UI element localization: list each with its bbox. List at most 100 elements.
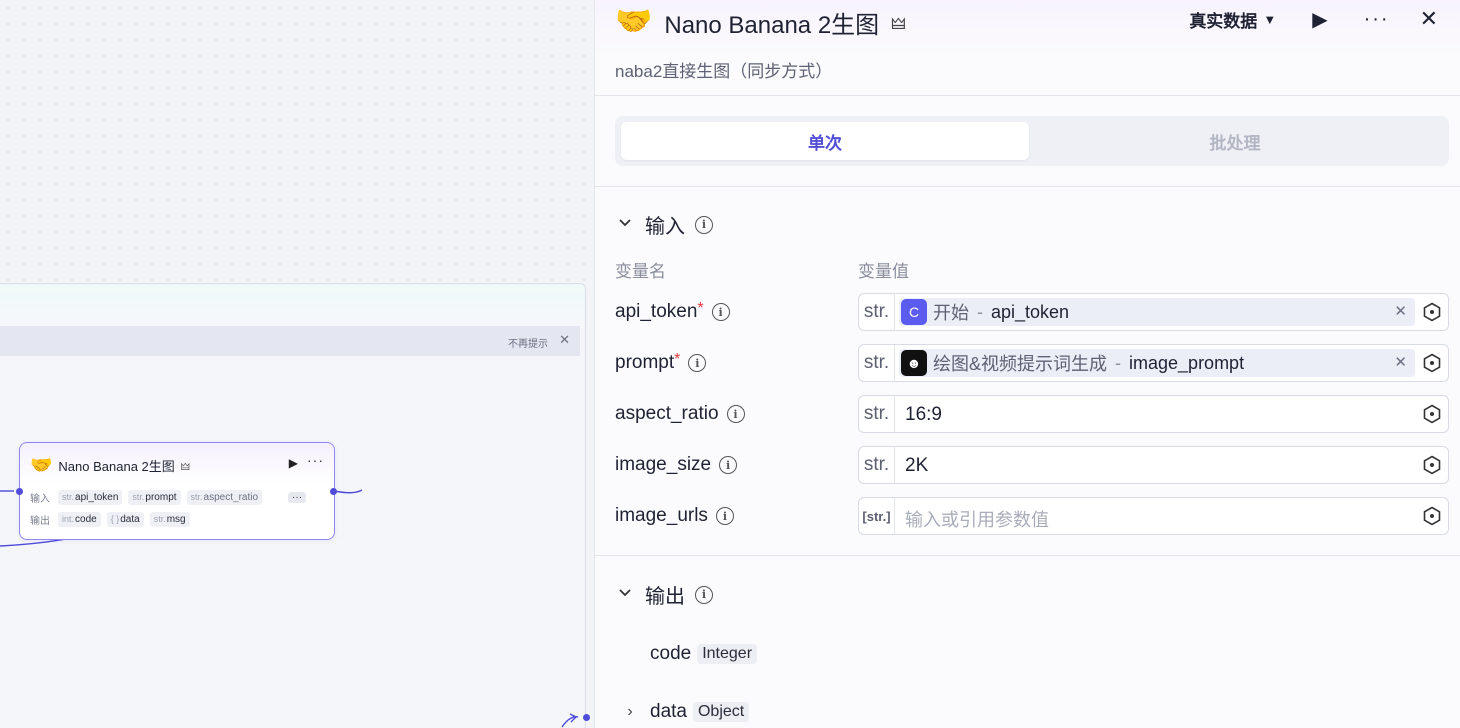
- node-output-port[interactable]: [330, 488, 337, 495]
- start-node-icon: C: [901, 299, 927, 325]
- value-field[interactable]: str. 2K: [858, 446, 1449, 484]
- variable-picker-icon[interactable]: [1422, 302, 1442, 322]
- tab-batch[interactable]: 批处理: [1031, 122, 1439, 160]
- output-section-title: 输出: [645, 586, 685, 608]
- type-tag: str.: [859, 294, 895, 330]
- plugin-badge-icon: 🜲: [180, 462, 190, 473]
- var-name: api_token: [615, 301, 698, 322]
- workflow-canvas[interactable]: 不再提示 ✕ 🤝 Nano Banana 2生图 🜲 ▶ ··· 输入 str.…: [0, 0, 594, 728]
- chevron-down-icon: ▼: [1263, 11, 1277, 27]
- handshake-icon: 🤝: [615, 5, 653, 38]
- tab-single[interactable]: 单次: [621, 122, 1029, 160]
- run-icon[interactable]: ▶: [1312, 7, 1327, 32]
- value-placeholder[interactable]: 输入或引用参数值: [905, 506, 1049, 532]
- node-detail-panel: 🤝 Nano Banana 2生图 🜲 真实数据 ▼ ▶ ··· ✕ naba2…: [594, 0, 1460, 728]
- input-section-title: 输入: [645, 216, 685, 238]
- data-mode-select[interactable]: 真实数据 ▼: [1189, 7, 1276, 32]
- divider: [595, 555, 1460, 556]
- dont-show-again-link[interactable]: 不再提示: [508, 335, 548, 350]
- required-marker: *: [674, 351, 681, 368]
- info-icon[interactable]: i: [695, 215, 713, 234]
- value-field[interactable]: str. C 开始 - api_token ✕: [858, 293, 1449, 331]
- node-inputs-row: 输入 str.api_token str.prompt str.aspect_r…: [30, 490, 307, 505]
- variable-picker-icon[interactable]: [1422, 506, 1442, 526]
- clear-reference-icon[interactable]: ✕: [1394, 353, 1407, 371]
- handshake-icon: 🤝: [30, 455, 53, 475]
- input-row-aspect-ratio: aspect_ratio i str. 16:9: [615, 395, 1449, 433]
- var-name: prompt: [615, 352, 675, 373]
- input-row-image-size: image_size i str. 2K: [615, 446, 1449, 484]
- output-section-header[interactable]: 输出 i: [615, 580, 713, 609]
- node-more-icon[interactable]: ···: [307, 452, 324, 468]
- close-icon[interactable]: ✕: [1420, 6, 1438, 32]
- ref-separator: -: [977, 301, 983, 322]
- variable-picker-icon[interactable]: [1422, 455, 1442, 475]
- inputs-label: 输入: [30, 494, 50, 505]
- output-name: data: [650, 701, 687, 722]
- chevron-down-icon[interactable]: [615, 586, 635, 603]
- type-tag: str.: [859, 396, 895, 432]
- variable-picker-icon[interactable]: [1422, 353, 1442, 373]
- ref-variable: api_token: [991, 301, 1070, 322]
- divider: [595, 186, 1460, 187]
- type-tag: [str.]: [859, 498, 895, 534]
- node-outputs-row: 输出 int.code { }data str.msg: [30, 512, 190, 527]
- type-tag: str.: [859, 345, 895, 381]
- node-run-icon[interactable]: ▶: [289, 456, 298, 470]
- info-icon[interactable]: i: [726, 405, 745, 423]
- input-chip: str.api_token: [58, 490, 123, 505]
- output-type-badge: Integer: [697, 644, 758, 664]
- hint-close-icon[interactable]: ✕: [559, 332, 570, 348]
- input-row-image-urls: image_urls i [str.] 输入或引用参数值: [615, 497, 1449, 535]
- output-chip: { }data: [106, 512, 144, 527]
- ghost-avatar-icon: ☻: [901, 350, 927, 376]
- more-icon[interactable]: ···: [1364, 8, 1390, 31]
- outputs-label: 输出: [30, 516, 50, 527]
- column-header-value: 变量值: [858, 262, 909, 281]
- info-icon[interactable]: i: [711, 303, 730, 321]
- input-row-api-token: api_token * i str. C 开始 - api_token ✕: [615, 293, 1449, 331]
- output-name: code: [650, 643, 692, 664]
- chevron-right-icon[interactable]: ›: [620, 703, 640, 721]
- value-text[interactable]: 16:9: [905, 404, 942, 426]
- info-icon[interactable]: i: [688, 354, 707, 372]
- required-marker: *: [697, 300, 704, 317]
- value-field[interactable]: str. 16:9: [858, 395, 1449, 433]
- type-tag: str.: [859, 447, 895, 483]
- var-name: aspect_ratio: [615, 403, 719, 424]
- variable-picker-icon[interactable]: [1422, 404, 1442, 424]
- plugin-badge-icon: 🜲: [891, 15, 906, 33]
- output-row-code: code Integer: [650, 643, 758, 665]
- value-field[interactable]: str. ☻ 绘图&视频提示词生成 - image_prompt ✕: [858, 344, 1449, 382]
- edge-port[interactable]: [583, 714, 590, 721]
- reference-chip[interactable]: C 开始 - api_token ✕: [899, 298, 1415, 326]
- output-chip: str.msg: [149, 512, 190, 527]
- output-chip: int.code: [58, 512, 101, 527]
- value-field[interactable]: [str.] 输入或引用参数值: [858, 497, 1449, 535]
- info-icon[interactable]: i: [715, 507, 734, 525]
- run-mode-tabs: 单次 批处理: [615, 116, 1449, 166]
- divider: [595, 95, 1460, 96]
- inputs-more-button[interactable]: ···: [288, 492, 307, 503]
- var-name: image_size: [615, 454, 712, 475]
- node-input-port[interactable]: [16, 488, 23, 495]
- chevron-down-icon[interactable]: [615, 216, 635, 233]
- input-section-header[interactable]: 输入 i: [615, 210, 713, 239]
- value-text[interactable]: 2K: [905, 455, 928, 477]
- node-title: Nano Banana 2生图: [58, 459, 175, 474]
- output-type-badge: Object: [692, 702, 750, 722]
- ref-variable: image_prompt: [1129, 352, 1245, 373]
- info-icon[interactable]: i: [719, 456, 738, 474]
- clear-reference-icon[interactable]: ✕: [1394, 302, 1407, 320]
- info-icon[interactable]: i: [695, 585, 713, 604]
- input-row-prompt: prompt * i str. ☻ 绘图&视频提示词生成 - image_promp…: [615, 344, 1449, 382]
- workflow-node[interactable]: 🤝 Nano Banana 2生图 🜲 ▶ ··· 输入 str.api_tok…: [19, 442, 335, 540]
- ref-separator: -: [1115, 352, 1122, 373]
- panel-subtitle: naba2直接生图（同步方式）: [615, 62, 833, 81]
- reference-chip[interactable]: ☻ 绘图&视频提示词生成 - image_prompt ✕: [899, 349, 1415, 377]
- ref-source: 绘图&视频提示词生成: [933, 354, 1108, 374]
- input-chip: str.prompt: [128, 490, 181, 505]
- output-row-data: › data Object: [620, 701, 750, 723]
- var-name: image_urls: [615, 505, 708, 526]
- input-chip: str.aspect_ratio: [186, 490, 263, 505]
